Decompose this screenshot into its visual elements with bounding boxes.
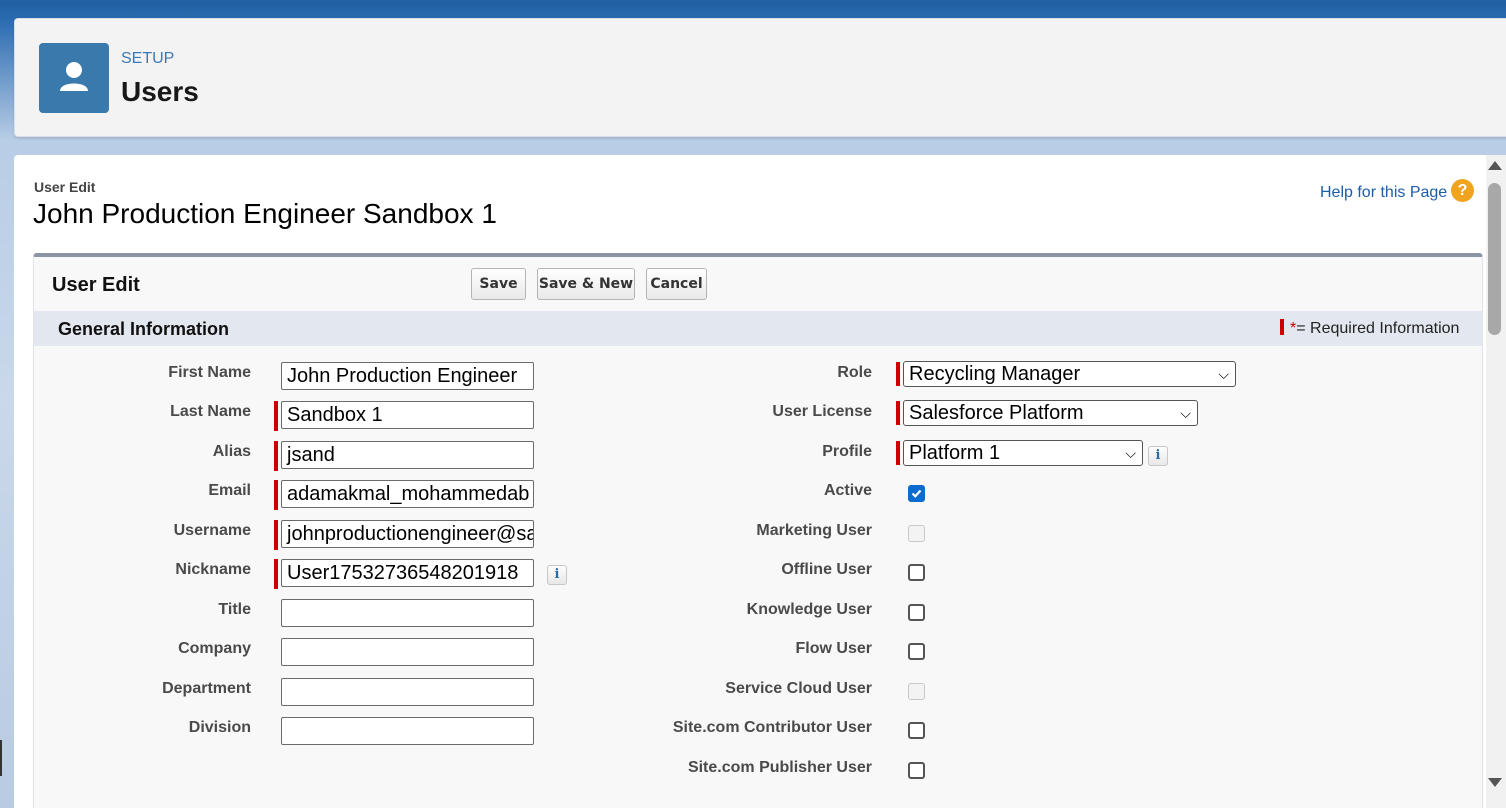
- profile-select[interactable]: Platform 1 ⌵: [903, 440, 1143, 466]
- cancel-button[interactable]: Cancel: [646, 268, 707, 300]
- required-indicator: [274, 441, 278, 471]
- block-title: User Edit: [52, 274, 140, 296]
- title-field[interactable]: [281, 599, 534, 627]
- required-indicator: [896, 401, 900, 425]
- offline-user-label: Offline User: [781, 561, 872, 578]
- role-select[interactable]: Recycling Manager ⌵: [903, 361, 1236, 387]
- section-header: General Information *= Required Informat…: [34, 311, 1482, 346]
- page-title: John Production Engineer Sandbox 1: [33, 198, 497, 229]
- page-header: SETUP Users: [14, 18, 1506, 137]
- alias-field[interactable]: jsand: [281, 441, 534, 469]
- division-label: Division: [188, 719, 251, 736]
- main-content: User Edit John Production Engineer Sandb…: [14, 155, 1506, 808]
- knowledge-user-label: Knowledge User: [746, 601, 872, 618]
- checkmark-icon: [911, 489, 922, 498]
- service-cloud-user-label: Service Cloud User: [725, 680, 872, 697]
- username-label: Username: [173, 522, 251, 539]
- required-indicator: [274, 520, 278, 550]
- service-cloud-user-checkbox: [908, 683, 925, 700]
- section-title: General Information: [58, 319, 230, 339]
- company-label: Company: [178, 640, 251, 657]
- nickname-field[interactable]: User17532736548201918: [281, 559, 534, 587]
- alias-label: Alias: [212, 443, 251, 460]
- nickname-label: Nickname: [175, 561, 251, 578]
- knowledge-user-checkbox[interactable]: [908, 604, 925, 621]
- first-name-field[interactable]: John Production Engineer: [281, 362, 534, 390]
- required-legend: *= Required Information: [1280, 319, 1459, 338]
- division-field[interactable]: [281, 717, 534, 745]
- site-contributor-user-label: Site.com Contributor User: [672, 719, 872, 736]
- profile-info-icon[interactable]: i: [1148, 446, 1168, 466]
- role-select-value: Recycling Manager: [909, 363, 1081, 385]
- last-name-field[interactable]: Sandbox 1: [281, 401, 534, 429]
- department-field[interactable]: [281, 678, 534, 706]
- scroll-down-arrow-icon[interactable]: [1488, 778, 1502, 787]
- required-indicator: [274, 401, 278, 431]
- department-label: Department: [162, 680, 251, 697]
- chevron-down-icon: ⌵: [1180, 405, 1191, 421]
- role-label: Role: [837, 364, 872, 381]
- chevron-down-icon: ⌵: [1218, 366, 1229, 382]
- user-icon: [39, 43, 109, 113]
- required-indicator: [896, 362, 900, 386]
- required-indicator: [274, 559, 278, 589]
- help-link[interactable]: Help for this Page: [1320, 184, 1447, 202]
- save-and-new-button[interactable]: Save & New: [537, 268, 635, 300]
- company-field[interactable]: [281, 638, 534, 666]
- site-publisher-user-checkbox[interactable]: [908, 762, 925, 779]
- chevron-down-icon: ⌵: [1125, 445, 1136, 461]
- email-field[interactable]: adamakmal_mohammedab: [281, 480, 534, 508]
- site-contributor-user-checkbox[interactable]: [908, 722, 925, 739]
- marketing-user-checkbox: [908, 525, 925, 542]
- save-button[interactable]: Save: [471, 268, 526, 300]
- flow-user-label: Flow User: [795, 640, 872, 657]
- marketing-user-label: Marketing User: [756, 522, 872, 539]
- user-license-select[interactable]: Salesforce Platform ⌵: [903, 400, 1198, 426]
- profile-select-value: Platform 1: [909, 442, 1001, 464]
- first-name-label: First Name: [168, 364, 251, 381]
- user-license-select-value: Salesforce Platform: [909, 402, 1084, 424]
- email-label: Email: [208, 482, 251, 499]
- required-marker: [1280, 319, 1284, 335]
- scrollbar-thumb[interactable]: [1488, 183, 1501, 335]
- required-legend-text: = Required Information: [1296, 320, 1460, 337]
- user-license-label: User License: [772, 403, 872, 420]
- active-label: Active: [823, 482, 872, 499]
- offline-user-checkbox[interactable]: [908, 564, 925, 581]
- header-eyebrow: SETUP: [121, 50, 175, 67]
- header-title: Users: [121, 76, 199, 107]
- last-name-label: Last Name: [170, 403, 251, 420]
- scroll-up-arrow-icon[interactable]: [1488, 161, 1502, 170]
- help-icon[interactable]: ?: [1451, 179, 1474, 202]
- page-eyebrow: User Edit: [34, 179, 96, 195]
- active-checkbox[interactable]: [908, 485, 925, 502]
- user-edit-block: User Edit Save Save & New Cancel General…: [33, 253, 1483, 808]
- flow-user-checkbox[interactable]: [908, 643, 925, 660]
- title-label: Title: [218, 601, 251, 618]
- profile-label: Profile: [822, 443, 872, 460]
- window-edge: [0, 740, 2, 776]
- site-publisher-user-label: Site.com Publisher User: [687, 759, 872, 776]
- required-indicator: [896, 441, 900, 465]
- username-field[interactable]: johnproductionengineer@sa: [281, 520, 534, 548]
- required-indicator: [274, 480, 278, 510]
